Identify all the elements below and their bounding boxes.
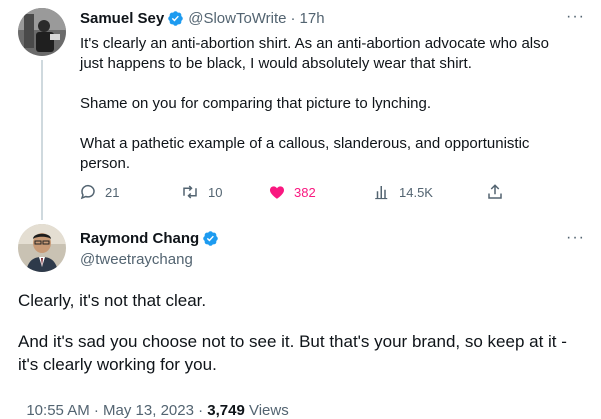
reply-text-paragraph-2: Shame on you for comparing that picture … xyxy=(80,95,432,112)
main-text-paragraph-1: Clearly, it's not that clear. xyxy=(18,291,207,310)
like-count: 382 xyxy=(294,184,316,200)
dot-separator: · xyxy=(290,10,296,27)
reply-count: 21 xyxy=(105,184,120,200)
reply-icon xyxy=(80,184,95,200)
views-label: Views xyxy=(244,402,289,419)
reply-text-paragraph-3: What a pathetic example of a callous, sl… xyxy=(80,135,534,172)
tweet-metadata: 10:55 AM · May 13, 2023 · 3,749 Views xyxy=(18,385,289,419)
views-count: 14.5K xyxy=(399,184,433,200)
author-handle[interactable]: @tweetraychang xyxy=(80,251,193,268)
tweet-time[interactable]: 17h xyxy=(300,10,325,27)
author-handle[interactable]: @SlowToWrite xyxy=(188,10,286,27)
more-options-icon[interactable]: ··· xyxy=(566,229,585,247)
main-header: Raymond Chang xyxy=(80,230,219,247)
verified-badge-icon xyxy=(167,10,184,27)
like-button[interactable]: 382 xyxy=(268,183,316,201)
views-count: 3,749 xyxy=(207,402,245,419)
more-options-icon[interactable]: ··· xyxy=(566,8,585,26)
retweet-count: 10 xyxy=(208,184,223,200)
retweet-icon xyxy=(183,185,197,199)
heart-filled-icon xyxy=(269,186,285,199)
reply-button[interactable]: 21 xyxy=(79,183,119,201)
reply-header: Samuel Sey @SlowToWrite · 17h xyxy=(80,10,325,27)
avatar-raymond-chang[interactable] xyxy=(18,224,66,272)
views-button[interactable]: 14.5K xyxy=(373,183,433,201)
avatar-samuel-sey[interactable] xyxy=(18,8,66,56)
thread-line xyxy=(41,60,43,220)
reply-text-paragraph-1: It's clearly an anti-abortion shirt. As … xyxy=(80,35,554,72)
author-name[interactable]: Raymond Chang xyxy=(80,230,199,247)
tweet-timestamp[interactable]: 10:55 AM · May 13, 2023 · xyxy=(26,402,207,419)
author-name[interactable]: Samuel Sey xyxy=(80,10,164,27)
share-icon xyxy=(488,184,502,199)
share-button[interactable] xyxy=(486,183,512,201)
retweet-button[interactable]: 10 xyxy=(180,183,222,201)
main-text-paragraph-2: And it's sad you choose not to see it. B… xyxy=(18,332,572,374)
analytics-icon xyxy=(375,186,388,200)
verified-badge-icon xyxy=(202,230,219,247)
